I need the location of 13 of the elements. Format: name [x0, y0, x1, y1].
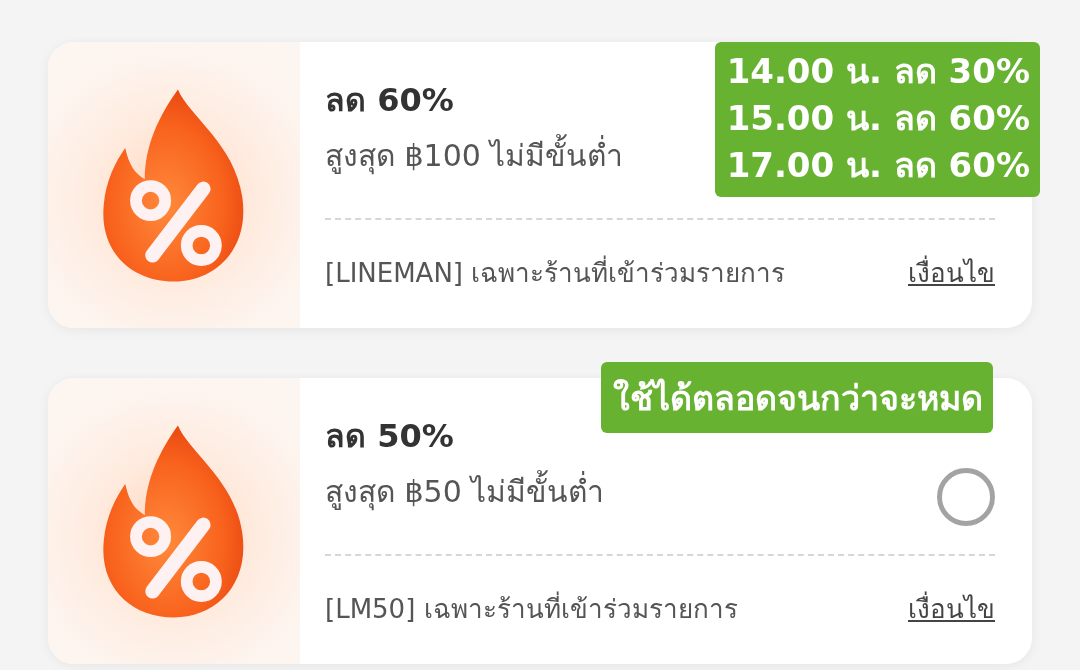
sticker-text: 17.00 น. ลด 60% [726, 144, 1030, 187]
discount-title: ลด 50% [325, 416, 455, 457]
sticker-text: 15.00 น. ลด 60% [726, 97, 1030, 140]
discount-title: ลด 60% [325, 80, 455, 121]
sticker-text: ใช้ได้ตลอดจนกว่าจะหมด [613, 377, 983, 420]
terms-text: [LINEMAN] เฉพาะร้านที่เข้าร่วมรายการ [325, 254, 786, 290]
discount-subtitle: สูงสุด ฿50 ไม่มีขั้นต่ำ [325, 466, 605, 518]
terms-text: [LM50] เฉพาะร้านที่เข้าร่วมรายการ [325, 590, 738, 626]
sticker-text: 14.00 น. ลด 30% [726, 50, 1030, 93]
radio-button[interactable] [937, 468, 995, 526]
conditions-link[interactable]: เงื่อนไข [908, 587, 995, 629]
discount-subtitle: สูงสุด ฿100 ไม่มีขั้นต่ำ [325, 130, 624, 182]
conditions-link[interactable]: เงื่อนไข [908, 251, 995, 293]
